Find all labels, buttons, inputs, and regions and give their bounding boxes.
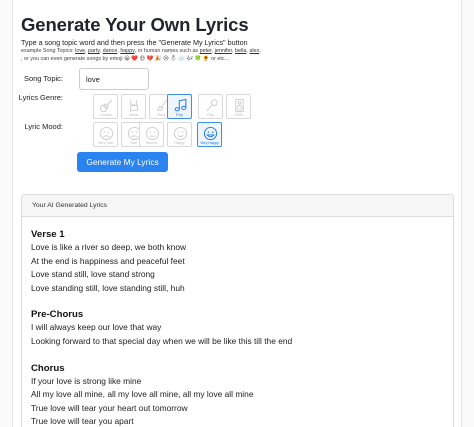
hand-horns-icon <box>130 99 138 113</box>
example-topic-link[interactable]: love <box>75 48 85 54</box>
example-name-link[interactable]: bella <box>235 48 246 54</box>
lyric-line: If your love is strong like mine <box>31 375 142 386</box>
lyric-line: Love is like a river so deep, we both kn… <box>31 242 187 252</box>
lyrics-result-card: Your AI Generated Lyrics Verse 1 Love is… <box>21 194 454 427</box>
genre-option-edm[interactable]: EDM <box>226 94 251 119</box>
stanza: Pre-Chorus I will always keep our love t… <box>31 308 292 348</box>
genre-label: Rap <box>207 113 214 117</box>
mood-label: Neutral <box>145 141 158 145</box>
lyrics-result-heading: Your AI Generated Lyrics <box>22 195 453 217</box>
lyric-mood-label: Lyric Mood: <box>24 122 64 131</box>
lyric-line: All my love all mine, all my love all mi… <box>31 389 254 400</box>
mood-option-very-sad[interactable]: Very Sad <box>93 122 118 147</box>
stanza: Chorus If your love is strong like mine … <box>31 362 292 427</box>
stanza-title: Pre-Chorus <box>31 309 84 321</box>
lyric-line: At the end is happiness and peaceful fee… <box>31 255 185 266</box>
generate-lyrics-button[interactable]: Generate My Lyrics <box>77 152 168 172</box>
page-title: Generate Your Own Lyrics <box>21 14 249 35</box>
very-sad-face-icon <box>99 126 114 141</box>
song-topic-label: Song Topic: <box>23 74 63 83</box>
genre-option-rap[interactable]: Rap <box>198 94 223 119</box>
lyric-line: Love standing still, love standing still… <box>31 282 185 293</box>
mood-label: Very Happy <box>200 141 219 145</box>
example-name-link[interactable]: jennifer <box>215 48 232 54</box>
music-note-icon <box>174 98 187 112</box>
examples-text: example Song Topics: love, party, dance,… <box>21 48 261 62</box>
happy-face-icon <box>173 126 188 141</box>
mood-option-very-happy[interactable]: Very Happy <box>197 122 222 147</box>
lyrics-body: Verse 1 Love is like a river so deep, we… <box>31 228 292 427</box>
genre-option-country[interactable]: Country <box>93 94 118 119</box>
example-topic-link[interactable]: party <box>88 48 100 54</box>
lyric-line: I will always keep our love that way <box>31 322 162 333</box>
lyrics-generator-page: Generate Your Own Lyrics Type a song top… <box>12 0 462 427</box>
genre-option-pop[interactable]: Pop <box>167 94 192 119</box>
lyric-line: True love will tear your heart out tomor… <box>31 402 188 413</box>
example-name-link[interactable]: peter <box>200 48 212 54</box>
guitar-icon <box>99 99 113 113</box>
genre-option-metal[interactable]: Metal <box>121 94 146 119</box>
microphone-icon <box>206 99 218 112</box>
speaker-icon <box>235 98 244 113</box>
example-topic-link[interactable]: happy <box>120 48 134 54</box>
mood-option-happy[interactable]: Happy <box>167 122 192 147</box>
stanza-title: Verse 1 <box>31 229 65 240</box>
genre-label: Pop <box>176 113 183 117</box>
example-emojis[interactable]: 😀 ❤️ 😍 💔 🎉 😢 ⛄ 🌧️ 🎶 🍀 🌻 <box>124 56 210 62</box>
lyric-line: True love will tear you apart <box>31 416 134 427</box>
genre-label: EDM <box>234 113 243 117</box>
lyric-line: Looking forward to that special day when… <box>31 335 293 346</box>
instructions-text: Type a song topic word and then press th… <box>21 38 248 47</box>
genre-label: Metal <box>129 113 138 117</box>
genre-label: Country <box>99 113 112 117</box>
neutral-face-icon <box>145 126 160 141</box>
example-topic-link[interactable]: dance <box>103 48 118 54</box>
stanza-title: Chorus <box>31 362 65 374</box>
mood-label: Happy <box>174 141 185 145</box>
very-happy-face-icon <box>203 126 218 141</box>
mood-label: Very Sad <box>98 141 113 145</box>
stanza: Verse 1 Love is like a river so deep, we… <box>31 228 292 295</box>
song-topic-input[interactable] <box>79 68 149 90</box>
lyrics-genre-label: Lyrics Genre: <box>18 93 63 102</box>
lyric-line: Love stand still, love stand strong <box>31 269 155 280</box>
mood-option-neutral[interactable]: Neutral <box>139 122 164 147</box>
example-name-link[interactable]: alex <box>249 48 259 54</box>
